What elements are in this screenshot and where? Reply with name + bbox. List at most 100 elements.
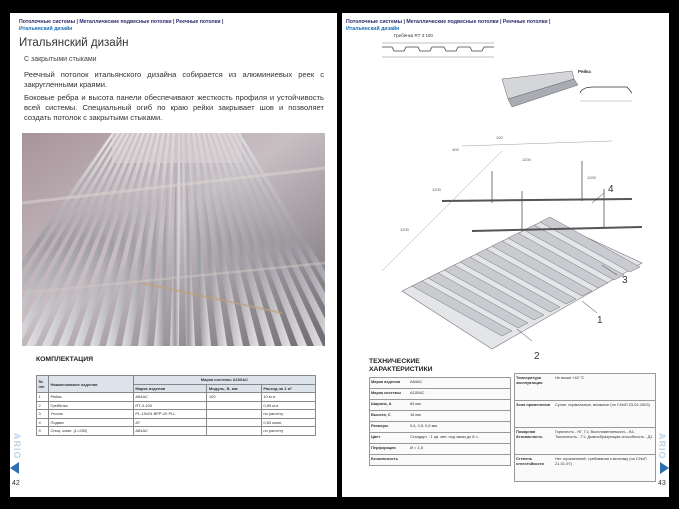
equipment-table: № п/п Наименование изделия Марка системы… bbox=[36, 375, 317, 436]
spec-value: 84 мм bbox=[410, 401, 421, 406]
spec-row: Безопасность bbox=[369, 454, 511, 466]
table-row: 2 Гребёнка RT-3-100 0,89 м.п. bbox=[36, 400, 317, 410]
col-header-mark: Марка изделия bbox=[132, 383, 208, 393]
dim-3: 1200 bbox=[587, 175, 597, 180]
technical-drawing: Гребёнка RT 3 100 Рейка 1200 1200 1200 1… bbox=[381, 33, 643, 361]
next-page-arrow-icon[interactable] bbox=[660, 462, 669, 474]
table-cell: 1 bbox=[36, 392, 49, 402]
callout-3: 3 bbox=[622, 275, 628, 286]
catalog-spread: Потолочные системы | Металлические подве… bbox=[0, 0, 679, 509]
description-paragraph-2: Боковые ребра и высота панели обеспечива… bbox=[24, 93, 324, 122]
table-group-header: Марка системы A100AC bbox=[132, 375, 317, 385]
spec-label: Температура эксплуатации bbox=[516, 375, 543, 385]
left-breadcrumb: Потолочные системы | Металлические подве… bbox=[19, 19, 223, 32]
table-row: 5 Спиц. комп. (L=250) A84AC по расчету bbox=[36, 426, 317, 436]
callout-2: 2 bbox=[534, 351, 540, 361]
spec-value: Ø = 1,8 bbox=[410, 445, 423, 450]
spec-label: Размеры bbox=[371, 423, 389, 428]
spec-value: Нет ограничений, требования к монтажу (п… bbox=[555, 456, 647, 466]
spec-label: Цвет bbox=[371, 434, 381, 439]
table-cell: Подвес bbox=[48, 417, 134, 427]
table-cell bbox=[206, 409, 262, 419]
spec-label: Марка изделия bbox=[371, 379, 401, 384]
table-cell: Уголок bbox=[48, 409, 134, 419]
spec-table-right: Температура эксплуатации Не выше +40 °C Зо… bbox=[514, 373, 656, 483]
comb-label: Гребёнка RT 3 100 bbox=[394, 33, 433, 38]
callout-1: 1 bbox=[597, 315, 603, 326]
spec-row: Температура эксплуатации Не выше +40 °C bbox=[514, 373, 656, 401]
left-breadcrumb-line1: Потолочные системы | Металлические подве… bbox=[19, 19, 224, 25]
table-cell: 0,83 комп. bbox=[260, 417, 317, 427]
table-cell bbox=[206, 426, 262, 436]
left-breadcrumb-line2: Итальянский дизайн bbox=[19, 25, 73, 32]
table-cell: 100 bbox=[206, 392, 262, 402]
spec-value: Не выше +40 °C bbox=[555, 375, 585, 380]
left-side-brand: ARIO bbox=[12, 433, 22, 460]
spec-row: Зона применения Сухие, нормальные, влажны… bbox=[514, 400, 656, 428]
table-row: 4 Подвес AT 0,83 комп. bbox=[36, 417, 317, 427]
table-cell: PL-19x24 BPP-20 PLL bbox=[132, 409, 208, 419]
ceiling-assembly bbox=[381, 140, 643, 350]
dim-1: 1200 bbox=[400, 227, 410, 232]
right-side-brand: ARIO bbox=[657, 433, 667, 460]
spec-label: Степень огнестойкости bbox=[516, 456, 544, 466]
dim-6: 100 bbox=[496, 135, 503, 140]
spec-value: 16 мм bbox=[410, 412, 421, 417]
description-paragraph-1: Реечный потолок итальянского дизайна соб… bbox=[24, 70, 324, 89]
table-cell: 0,89 м.п. bbox=[260, 400, 317, 410]
right-page-number: 43 bbox=[658, 480, 666, 487]
table-cell: по расчету bbox=[260, 409, 317, 419]
col-header-name: Наименование изделия bbox=[48, 375, 134, 393]
spec-label: Высота, С bbox=[371, 412, 391, 417]
spec-label: Ширина, А bbox=[371, 401, 392, 406]
spec-value: A100AC bbox=[410, 390, 425, 395]
spec-value: A84AC bbox=[410, 379, 423, 384]
spec-row: Степень огнестойкости Нет ограничений, тр… bbox=[514, 454, 656, 482]
equipment-section-title: КОМПЛЕКТАЦИЯ bbox=[36, 356, 93, 363]
spec-label: Пожарная безопасность bbox=[516, 429, 543, 439]
table-cell: Рейка bbox=[48, 392, 134, 402]
spec-label: Марка системы bbox=[371, 390, 401, 395]
tech-section-title: ТЕХНИЧЕСКИЕ ХАРАКТЕРИСТИКИ bbox=[369, 358, 433, 373]
spec-label: Безопасность bbox=[371, 456, 398, 461]
table-cell: 10 м.п. bbox=[260, 392, 317, 402]
spec-row: Пожарная безопасность Горючесть - НГ, Г1;… bbox=[514, 427, 656, 455]
table-row: 1 Рейка A84AC 100 10 м.п. bbox=[36, 392, 317, 402]
spec-value: 0,4, 0,5, 0,6 мм bbox=[410, 423, 437, 428]
prev-page-arrow-icon[interactable] bbox=[10, 462, 19, 474]
dim-2: 1200 bbox=[522, 157, 532, 162]
spec-value: Горючесть - НГ, Г1; Воспламеняемость - В… bbox=[555, 429, 653, 439]
page-title: Итальянский дизайн bbox=[19, 37, 129, 49]
right-breadcrumb-line1: Потолочные системы | Металлические подве… bbox=[346, 19, 551, 25]
callout-4: 4 bbox=[608, 184, 614, 195]
left-page-number: 42 bbox=[12, 480, 20, 487]
spec-table-left: Марка изделия A84AC Марка системы A100AC Шир… bbox=[369, 377, 511, 467]
table-cell: Гребёнка bbox=[48, 400, 134, 410]
table-cell: 5 bbox=[36, 426, 49, 436]
table-cell: Спиц. комп. (L=250) bbox=[48, 426, 134, 436]
left-page: Потолочные системы | Металлические подве… bbox=[10, 13, 337, 497]
table-row: 3 Уголок PL-19x24 BPP-20 PLL по расчету bbox=[36, 409, 317, 419]
spec-value: Стандарт - 1 цв. мет. под заказ до 8 ч. bbox=[410, 434, 479, 439]
col-header-module: Модуль, В, мм bbox=[206, 383, 262, 393]
table-cell: 4 bbox=[36, 417, 49, 427]
table-cell: по расчету bbox=[260, 426, 317, 436]
rail-label: Рейка bbox=[578, 68, 591, 74]
table-cell: A84AC bbox=[132, 392, 208, 402]
table-cell: 2 bbox=[36, 400, 49, 410]
table-cell: A84AC bbox=[132, 426, 208, 436]
table-cell bbox=[206, 417, 262, 427]
right-page: Потолочные системы | Металлические подве… bbox=[342, 13, 669, 497]
table-cell: AT bbox=[132, 417, 208, 427]
ceiling-photo bbox=[22, 133, 325, 346]
col-header-num: № п/п bbox=[36, 375, 49, 393]
table-cell: 3 bbox=[36, 409, 49, 419]
page-subtitle: С закрытыми стыками bbox=[24, 56, 97, 63]
table-cell bbox=[206, 400, 262, 410]
spec-label: Перфорация bbox=[371, 445, 396, 450]
col-header-consumption: Расход на 1 м² bbox=[260, 383, 317, 393]
spec-label: Зона применения bbox=[516, 402, 551, 407]
spec-value: Сухие, нормальные, влажные (по СНиП 23-0… bbox=[555, 402, 650, 407]
table-cell: RT-3-100 bbox=[132, 400, 208, 410]
dim-5: 400 bbox=[452, 147, 459, 152]
